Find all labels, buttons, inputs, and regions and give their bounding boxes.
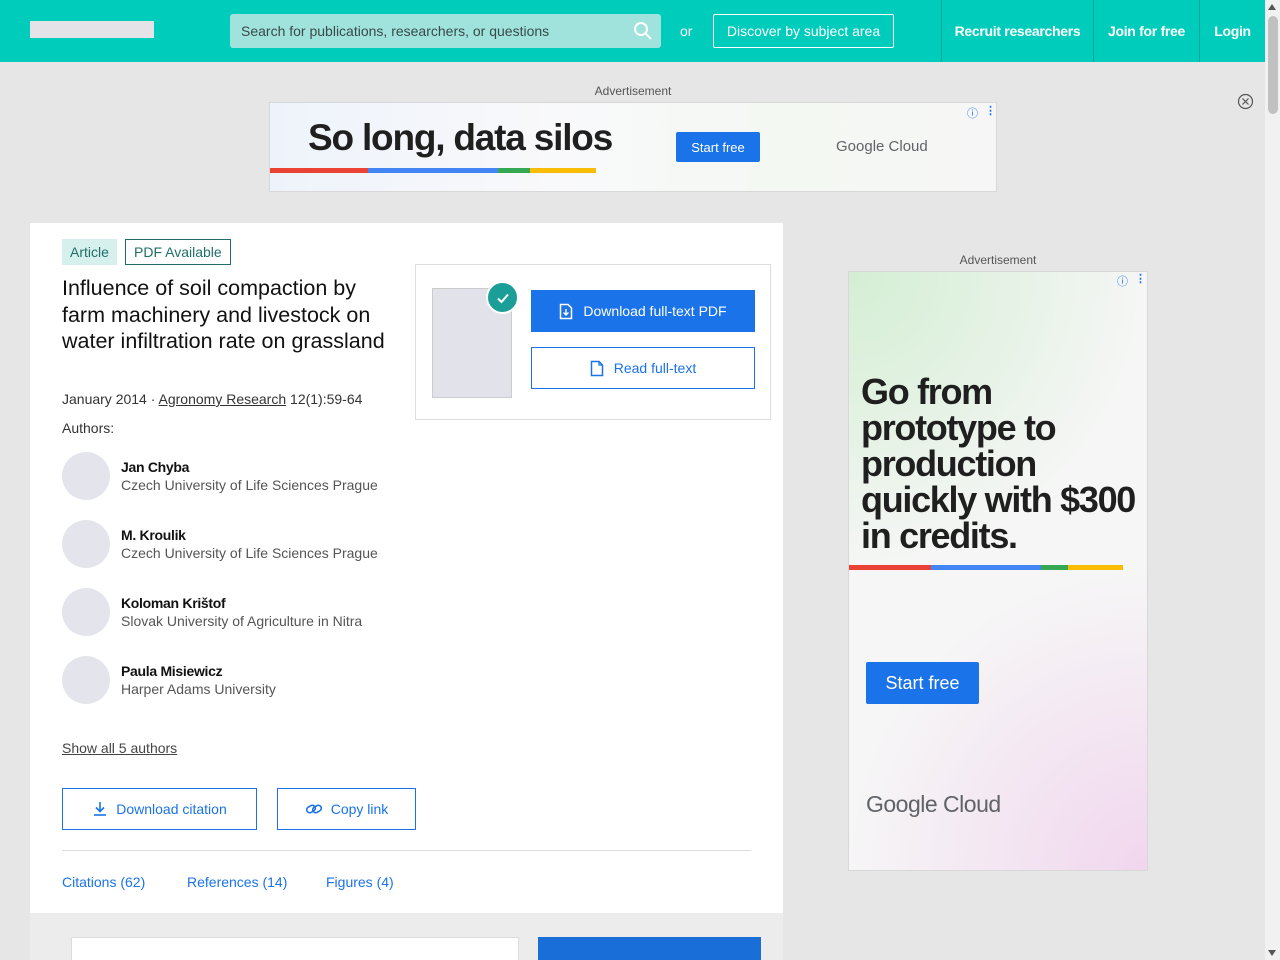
google-cloud-logo: Google Cloud — [836, 138, 928, 155]
link-icon — [305, 804, 322, 814]
close-ad-icon[interactable] — [1237, 93, 1254, 110]
article-title: Influence of soil compaction by farm mac… — [62, 276, 385, 353]
discover-by-subject-button[interactable]: Discover by subject area — [713, 14, 894, 48]
nav-recruit-researchers[interactable]: Recruit researchers — [942, 0, 1093, 62]
search-icon[interactable] — [633, 21, 653, 41]
tabs-divider — [62, 850, 751, 851]
scroll-up-arrow-icon[interactable] — [1268, 4, 1276, 10]
banner-ad-headline: So long, data silos — [308, 117, 613, 158]
side-ad-label: Advertisement — [959, 253, 1037, 267]
download-citation-button[interactable]: Download citation — [62, 788, 257, 830]
author-affiliation: Slovak University of Agriculture in Nitr… — [121, 613, 363, 629]
search-bar[interactable] — [230, 14, 661, 48]
author-item[interactable]: Koloman Krištof Slovak University of Agr… — [62, 588, 422, 636]
author-affiliation: Harper Adams University — [121, 681, 276, 697]
side-ad-headline: Go from prototype to production quickly … — [861, 371, 1136, 556]
banner-ad-label: Advertisement — [594, 84, 672, 98]
banner-ad[interactable]: So long, data silos Start free Google Cl… — [269, 102, 997, 192]
article-type-badge: Article — [62, 239, 117, 265]
author-name[interactable]: M. Kroulik — [121, 527, 186, 543]
side-ad[interactable]: Go from prototype to production quickly … — [848, 271, 1148, 871]
author-affiliation: Czech University of Life Sciences Prague — [121, 545, 378, 561]
author-avatar[interactable] — [62, 588, 110, 636]
author-avatar[interactable] — [62, 656, 110, 704]
author-item[interactable]: M. Kroulik Czech University of Life Scie… — [62, 520, 422, 568]
side-ad-start-free-button[interactable]: Start free — [866, 662, 979, 704]
ad-info-icon[interactable]: ⓘ — [1117, 273, 1128, 289]
nav-join-for-free[interactable]: Join for free — [1094, 0, 1199, 62]
scroll-down-arrow-icon[interactable] — [1268, 950, 1276, 956]
or-text: or — [680, 23, 693, 39]
download-full-text-pdf-label: Download full-text PDF — [583, 303, 727, 319]
search-input[interactable] — [241, 23, 621, 39]
authors-label: Authors: — [62, 420, 115, 436]
author-name[interactable]: Koloman Krištof — [121, 595, 226, 611]
article-meta: January 2014 · Agronomy Research 12(1):5… — [62, 391, 362, 407]
full-text-panel: Download full-text PDF Read full-text — [415, 264, 771, 420]
copy-link-button[interactable]: Copy link — [277, 788, 416, 830]
ad-menu-icon[interactable]: ⋮ — [1135, 272, 1146, 285]
banner-color-stripe — [270, 168, 596, 173]
scroll-thumb[interactable] — [1268, 16, 1278, 114]
journal-link[interactable]: Agronomy Research — [159, 391, 287, 407]
checkmark-icon — [486, 281, 519, 314]
lower-content-box — [71, 937, 519, 960]
google-cloud-logo: Google Cloud — [866, 791, 1001, 818]
read-full-text-label: Read full-text — [613, 360, 697, 376]
download-icon — [94, 802, 107, 816]
ad-info-icon[interactable]: ⓘ — [967, 105, 978, 121]
page-scrollbar[interactable] — [1265, 0, 1280, 960]
google-cloud-logo-text: Google Cloud — [866, 791, 1001, 817]
lower-action-button[interactable] — [538, 937, 761, 960]
publication-date: January 2014 — [62, 391, 147, 407]
journal-volume: 12(1):59-64 — [286, 391, 363, 407]
banner-ad-start-free-button[interactable]: Start free — [676, 132, 760, 162]
show-all-authors-link[interactable]: Show all 5 authors — [62, 740, 177, 756]
ad-menu-icon[interactable]: ⋮ — [985, 104, 996, 117]
pdf-file-download-icon — [560, 303, 573, 319]
tab-figures[interactable]: Figures (4) — [326, 874, 394, 890]
author-name[interactable]: Paula Misiewicz — [121, 663, 223, 679]
author-name[interactable]: Jan Chyba — [121, 459, 189, 475]
side-ad-color-stripe — [849, 565, 1123, 570]
copy-link-label: Copy link — [330, 801, 389, 817]
pdf-available-badge: PDF Available — [125, 239, 231, 265]
author-avatar[interactable] — [62, 520, 110, 568]
document-icon — [590, 360, 603, 376]
read-full-text-button[interactable]: Read full-text — [531, 347, 755, 389]
author-item[interactable]: Paula Misiewicz Harper Adams University — [62, 656, 422, 704]
download-citation-label: Download citation — [116, 801, 227, 817]
author-avatar[interactable] — [62, 452, 110, 500]
top-header: or Discover by subject area Recruit rese… — [0, 0, 1280, 62]
site-logo[interactable] — [30, 21, 154, 38]
download-full-text-pdf-button[interactable]: Download full-text PDF — [531, 290, 755, 332]
author-item[interactable]: Jan Chyba Czech University of Life Scien… — [62, 452, 422, 500]
author-affiliation: Czech University of Life Sciences Prague — [121, 477, 378, 493]
meta-separator: · — [146, 391, 159, 407]
tab-references[interactable]: References (14) — [187, 874, 287, 890]
tab-citations[interactable]: Citations (62) — [62, 874, 145, 890]
nav-login[interactable]: Login — [1200, 0, 1265, 62]
google-cloud-logo-text: Google Cloud — [836, 138, 928, 155]
